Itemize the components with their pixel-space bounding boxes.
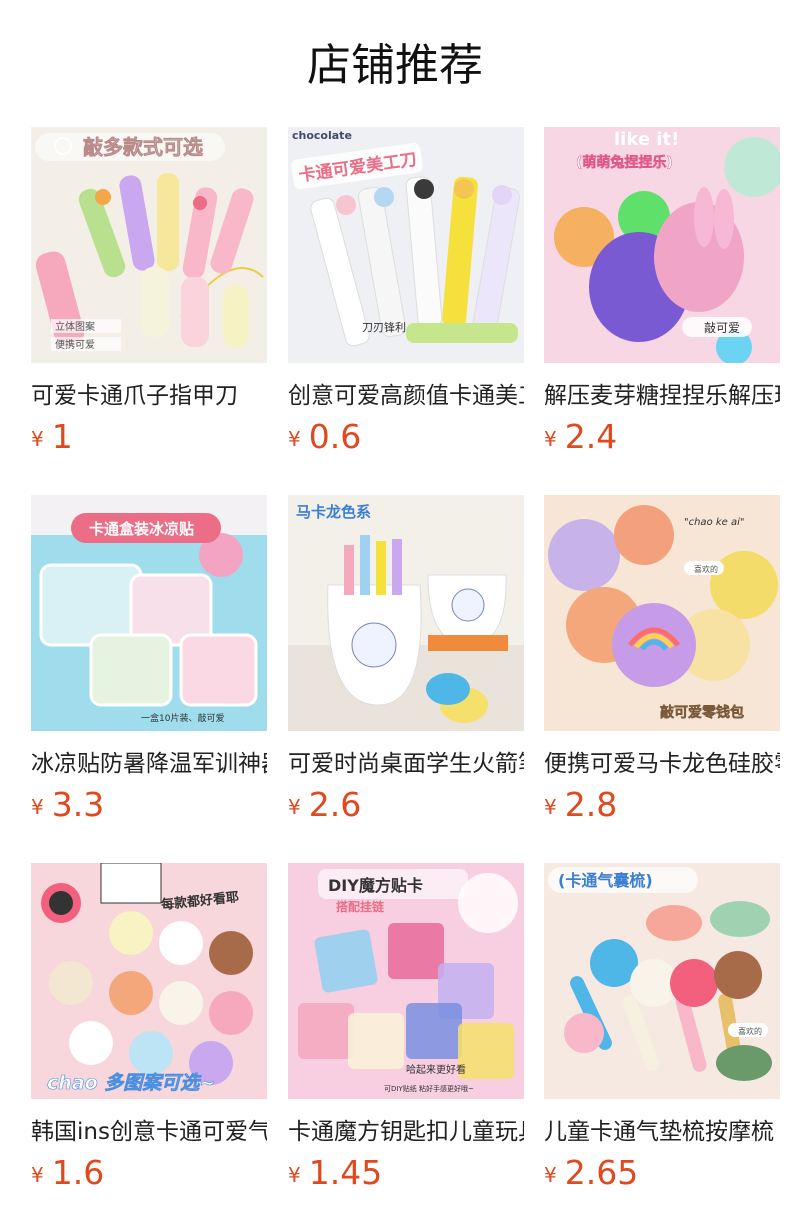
product-name[interactable]: 可爱时尚桌面学生火箭笔筒: [288, 746, 524, 782]
price-value: 2.65: [564, 1153, 639, 1192]
utility-knife-image: chocolate 卡通可爱美工刀 刀刃锋利: [288, 127, 524, 363]
page-title: 店铺推荐: [307, 40, 483, 91]
image-text: 哈起来更好看: [406, 1063, 466, 1076]
product-card[interactable]: DIY魔方贴卡 搭配挂链 哈起来更好看 可DIY贴纸 粘好手感更好哦~ 卡通魔方…: [288, 863, 524, 1193]
image-text: 敲可爱零钱包: [660, 704, 744, 721]
product-price: ¥0.6: [288, 417, 361, 457]
image-text: 立体图案: [55, 320, 95, 333]
cushion-comb-image: 每款都好看耶 chao 多图案可选~: [31, 863, 267, 1099]
image-text: chao 多图案可选~: [47, 1072, 215, 1094]
product-price: ¥2.65: [544, 1153, 638, 1193]
product-card[interactable]: 每款都好看耶 chao 多图案可选~ 韩国ins创意卡通可爱气囊梳 ¥1.6: [31, 863, 267, 1193]
image-text: 刀刃锋利: [362, 321, 406, 334]
product-name[interactable]: 卡通魔方钥匙扣儿童玩具挂件: [288, 1114, 524, 1150]
product-price: ¥2.4: [544, 417, 617, 457]
product-image[interactable]: 敲多款式可选 立体图案 便携可爱: [31, 127, 267, 363]
product-name[interactable]: 可爱卡通爪子指甲刀: [31, 378, 267, 414]
product-image[interactable]: 每款都好看耶 chao 多图案可选~: [31, 863, 267, 1099]
product-card[interactable]: (卡通气囊梳) 喜欢的 儿童卡通气垫梳按摩梳 ¥2.65: [544, 863, 780, 1193]
image-text: 敲可爱: [704, 320, 740, 335]
product-card[interactable]: 马卡龙色系 可爱时尚桌面学生火箭笔筒 ¥2.6: [288, 495, 524, 825]
cooling-patch-image: 卡通盒装冰凉贴 一盒10片装、敲可爱: [31, 495, 267, 731]
image-text: 喜欢的: [738, 1026, 762, 1036]
image-text: 敲多款式可选: [83, 135, 203, 159]
product-image[interactable]: chocolate 卡通可爱美工刀 刀刃锋利: [288, 127, 524, 363]
magic-cube-image: DIY魔方贴卡 搭配挂链 哈起来更好看 可DIY贴纸 粘好手感更好哦~: [288, 863, 524, 1099]
price-value: 1.6: [51, 1153, 105, 1192]
image-text: 喜欢的: [694, 564, 718, 574]
product-card[interactable]: 敲多款式可选 立体图案 便携可爱 可爱卡通爪子指甲刀 ¥1: [31, 127, 267, 457]
product-image[interactable]: like it! (萌萌兔捏捏乐) 敲可爱: [544, 127, 780, 363]
product-name[interactable]: 儿童卡通气垫梳按摩梳: [544, 1114, 780, 1150]
air-comb-image: (卡通气囊梳) 喜欢的: [544, 863, 780, 1099]
squishy-toy-image: like it! (萌萌兔捏捏乐) 敲可爱: [544, 127, 780, 363]
product-price: ¥1.45: [288, 1153, 382, 1193]
price-value: 0.6: [308, 417, 362, 456]
currency-symbol: ¥: [288, 1163, 301, 1187]
image-text: DIY魔方贴卡: [328, 876, 423, 895]
currency-symbol: ¥: [544, 427, 557, 451]
product-price: ¥1.6: [31, 1153, 104, 1193]
image-text: 搭配挂链: [336, 899, 385, 914]
image-text: 马卡龙色系: [296, 503, 371, 521]
image-text: 可DIY贴纸 粘好手感更好哦~: [384, 1084, 474, 1093]
currency-symbol: ¥: [31, 427, 44, 451]
product-name[interactable]: 韩国ins创意卡通可爱气囊梳: [31, 1114, 267, 1150]
currency-symbol: ¥: [31, 795, 44, 819]
image-text: 卡通盒装冰凉贴: [89, 520, 194, 538]
product-card[interactable]: like it! (萌萌兔捏捏乐) 敲可爱 解压麦芽糖捏捏乐解压玩具 ¥2.4: [544, 127, 780, 457]
nail-clipper-image: 敲多款式可选 立体图案 便携可爱: [31, 127, 267, 363]
image-text: 便携可爱: [55, 338, 95, 351]
product-card[interactable]: 卡通盒装冰凉贴 一盒10片装、敲可爱 冰凉贴防暑降温军训神器 ¥3.3: [31, 495, 267, 825]
currency-symbol: ¥: [288, 427, 301, 451]
coin-purse-image: "chao ke ai" 喜欢的 敲可爱零钱包: [544, 495, 780, 731]
currency-symbol: ¥: [544, 1163, 557, 1187]
product-name[interactable]: 创意可爱高颜值卡通美工刀: [288, 378, 524, 414]
pen-holder-image: 马卡龙色系: [288, 495, 524, 731]
price-value: 2.8: [564, 785, 618, 824]
image-text: (萌萌兔捏捏乐): [576, 154, 673, 171]
image-text: like it!: [614, 129, 679, 150]
product-image[interactable]: 马卡龙色系: [288, 495, 524, 731]
product-name[interactable]: 解压麦芽糖捏捏乐解压玩具: [544, 378, 780, 414]
price-value: 2.6: [308, 785, 362, 824]
product-price: ¥1: [31, 417, 73, 457]
product-image[interactable]: 卡通盒装冰凉贴 一盒10片装、敲可爱: [31, 495, 267, 731]
price-value: 2.4: [564, 417, 618, 456]
product-name[interactable]: 冰凉贴防暑降温军训神器: [31, 746, 267, 782]
product-image[interactable]: (卡通气囊梳) 喜欢的: [544, 863, 780, 1099]
product-image[interactable]: "chao ke ai" 喜欢的 敲可爱零钱包: [544, 495, 780, 731]
currency-symbol: ¥: [544, 795, 557, 819]
product-price: ¥2.6: [288, 785, 361, 825]
product-card[interactable]: chocolate 卡通可爱美工刀 刀刃锋利 创意可爱高颜值卡通美工刀 ¥0.6: [288, 127, 524, 457]
product-card[interactable]: "chao ke ai" 喜欢的 敲可爱零钱包 便携可爱马卡龙色硅胶零钱包 ¥2…: [544, 495, 780, 825]
currency-symbol: ¥: [31, 1163, 44, 1187]
product-price: ¥3.3: [31, 785, 104, 825]
price-value: 1.45: [308, 1153, 383, 1192]
image-text: (卡通气囊梳): [558, 871, 653, 890]
image-text: "chao ke ai": [684, 517, 745, 528]
image-text: 一盒10片装、敲可爱: [141, 712, 224, 724]
svg-text:chocolate: chocolate: [292, 129, 352, 142]
product-name[interactable]: 便携可爱马卡龙色硅胶零钱包: [544, 746, 780, 782]
price-value: 1: [51, 417, 73, 456]
product-image[interactable]: DIY魔方贴卡 搭配挂链 哈起来更好看 可DIY贴纸 粘好手感更好哦~: [288, 863, 524, 1099]
price-value: 3.3: [51, 785, 105, 824]
currency-symbol: ¥: [288, 795, 301, 819]
product-price: ¥2.8: [544, 785, 617, 825]
